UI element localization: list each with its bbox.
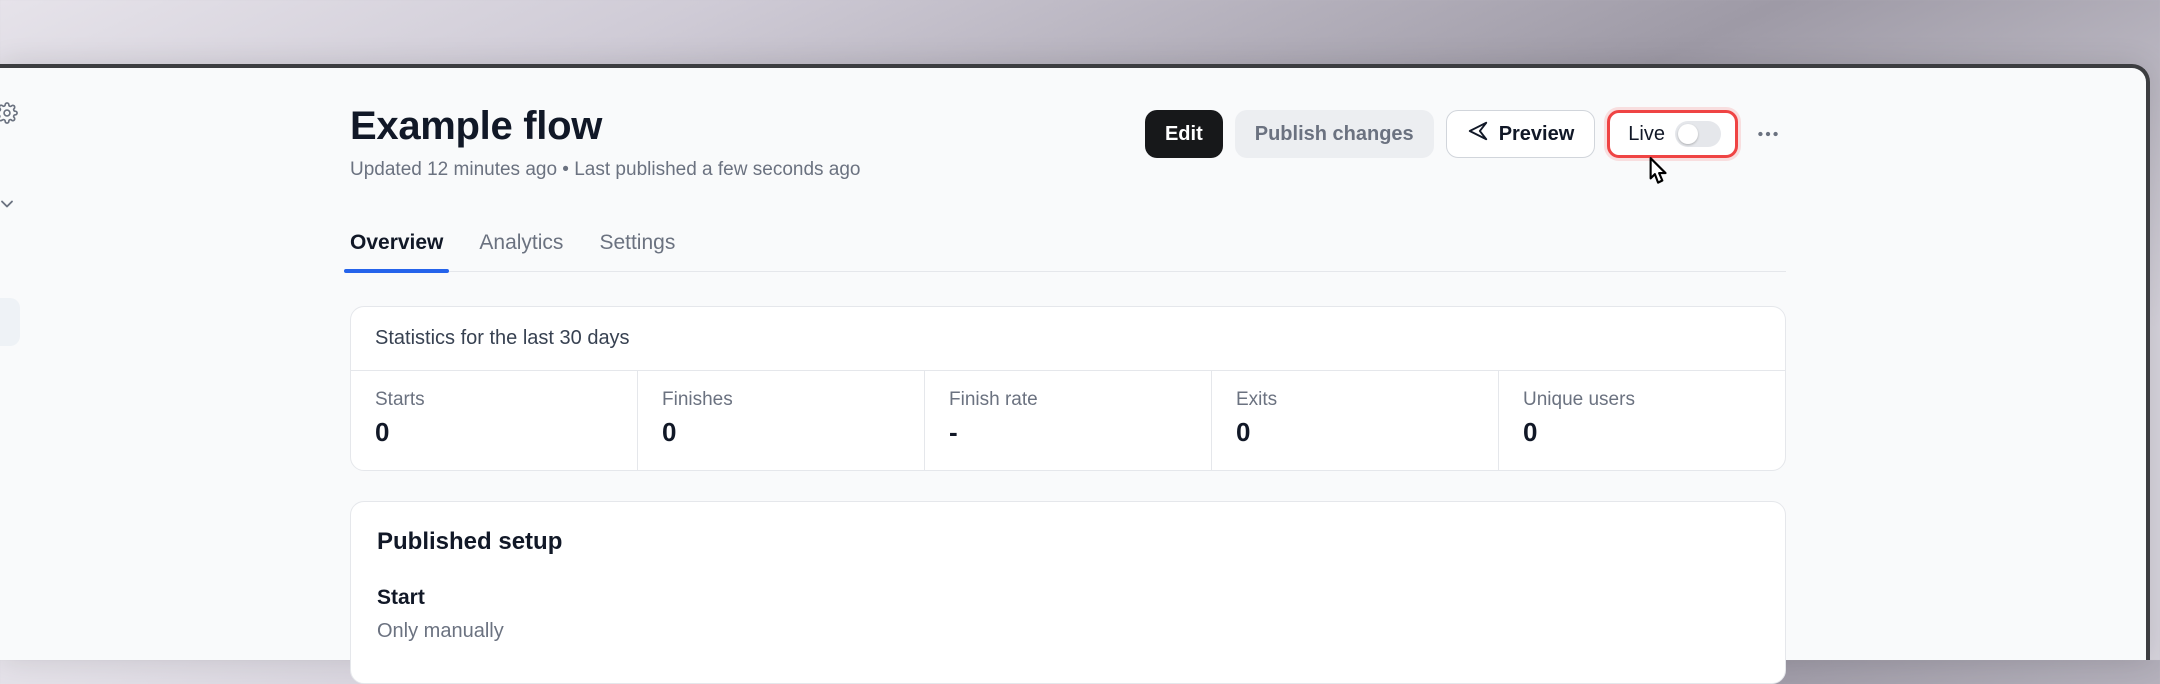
stat-finishes: Finishes 0: [638, 371, 925, 470]
stat-value: 0: [662, 417, 900, 448]
sidebar-fragment: [0, 68, 28, 660]
page-title: Example flow: [350, 104, 861, 149]
live-label: Live: [1628, 123, 1665, 146]
stat-label: Exits: [1236, 389, 1474, 411]
published-setup-card: Published setup Start Only manually: [350, 501, 1786, 684]
statistics-card: Statistics for the last 30 days Starts 0…: [350, 306, 1786, 471]
stat-value: -: [949, 417, 1187, 448]
stat-label: Finishes: [662, 389, 900, 411]
stat-starts: Starts 0: [351, 371, 638, 470]
preview-label: Preview: [1499, 123, 1575, 146]
app-window: Example flow Updated 12 minutes ago • La…: [0, 64, 2150, 660]
stat-value: 0: [1236, 417, 1474, 448]
chevron-down-icon[interactable]: [0, 194, 19, 216]
tab-settings[interactable]: Settings: [599, 231, 675, 271]
published-setup-title: Published setup: [377, 528, 1759, 556]
statistics-title: Statistics for the last 30 days: [351, 307, 1785, 371]
edit-button[interactable]: Edit: [1145, 110, 1223, 158]
setup-start-text: Only manually: [377, 620, 1759, 643]
tabs: Overview Analytics Settings: [350, 231, 1786, 272]
preview-button[interactable]: Preview: [1446, 110, 1596, 158]
publish-changes-button: Publish changes: [1235, 110, 1434, 158]
tab-overview[interactable]: Overview: [350, 231, 443, 271]
stat-label: Starts: [375, 389, 613, 411]
gear-icon[interactable]: [0, 100, 20, 126]
title-block: Example flow Updated 12 minutes ago • La…: [350, 104, 861, 181]
tab-analytics[interactable]: Analytics: [479, 231, 563, 271]
send-icon: [1467, 120, 1489, 148]
live-toggle-chip[interactable]: Live: [1607, 110, 1738, 158]
cursor-pointer-icon: [1640, 155, 1674, 189]
stat-finish-rate: Finish rate -: [925, 371, 1212, 470]
main-content: Example flow Updated 12 minutes ago • La…: [350, 68, 1786, 660]
stat-label: Finish rate: [949, 389, 1187, 411]
more-menu-button[interactable]: [1750, 116, 1786, 152]
stat-unique-users: Unique users 0: [1499, 371, 1785, 470]
stat-label: Unique users: [1523, 389, 1761, 411]
live-toggle[interactable]: [1675, 121, 1721, 147]
sidebar-active-indicator: [0, 298, 20, 346]
page-header: Example flow Updated 12 minutes ago • La…: [350, 68, 1786, 181]
stat-value: 0: [375, 417, 613, 448]
page-subtitle: Updated 12 minutes ago • Last published …: [350, 159, 861, 181]
stat-value: 0: [1523, 417, 1761, 448]
statistics-row: Starts 0 Finishes 0 Finish rate - Exits …: [351, 371, 1785, 470]
setup-start-heading: Start: [377, 586, 1759, 610]
header-actions: Edit Publish changes Preview Live: [1145, 104, 1786, 158]
stat-exits: Exits 0: [1212, 371, 1499, 470]
